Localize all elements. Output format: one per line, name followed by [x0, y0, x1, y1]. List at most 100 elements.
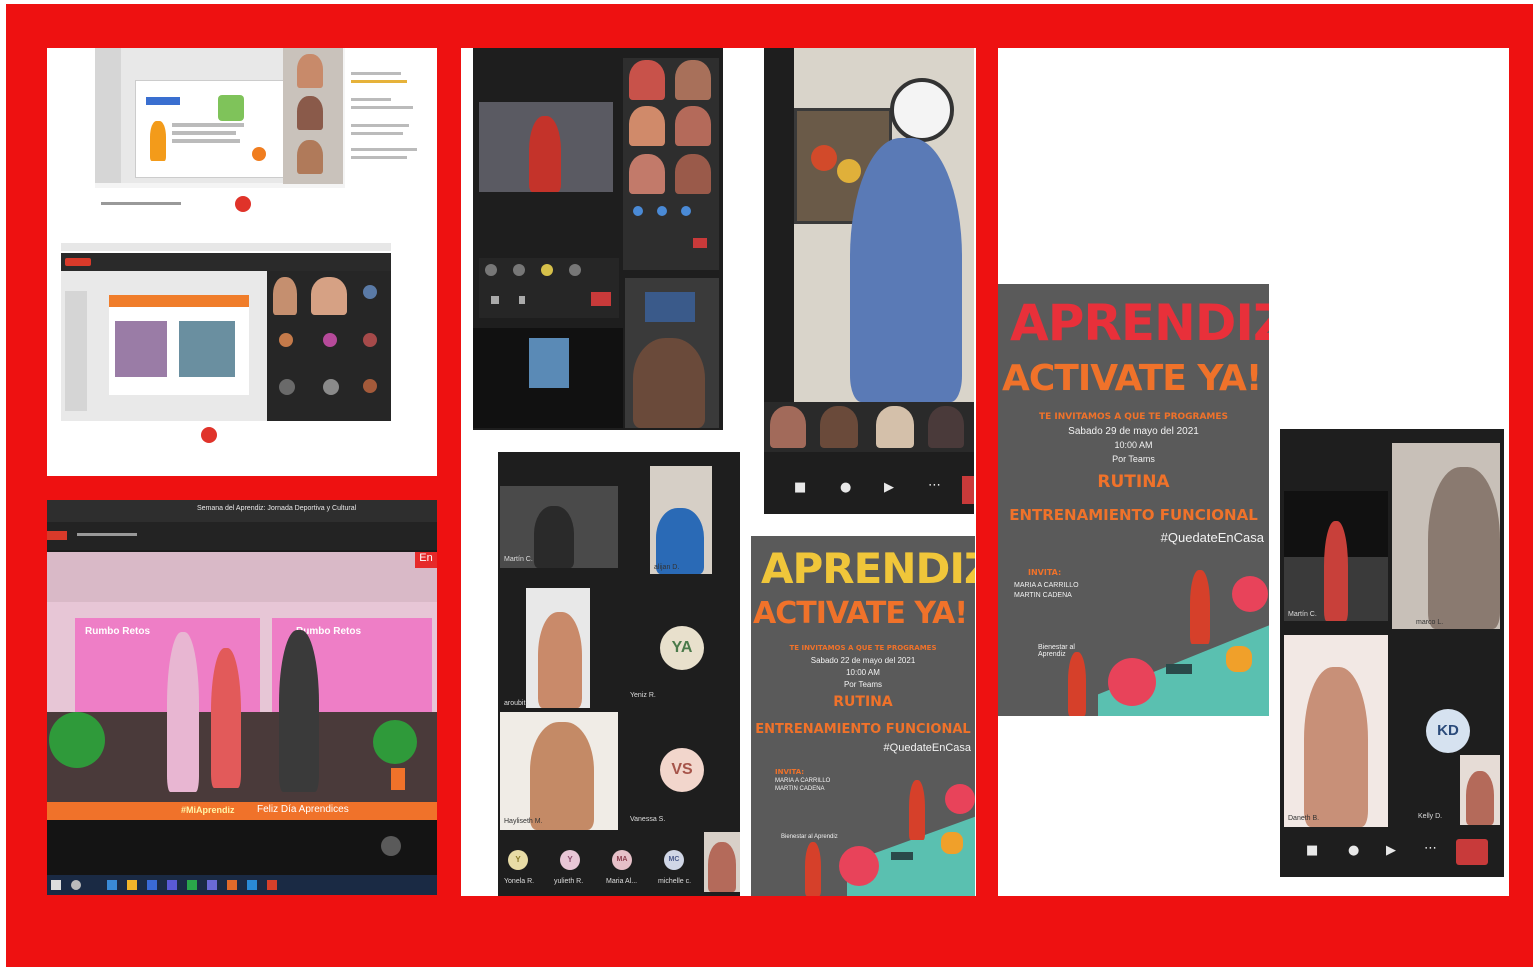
participant-video	[820, 406, 858, 448]
hangup-button[interactable]	[693, 238, 707, 248]
app-icon[interactable]	[247, 880, 257, 890]
chat-line	[351, 124, 409, 127]
livestream-panel: Semana del Aprendiz: Jornada Deportiva y…	[47, 500, 437, 895]
participant-video	[530, 722, 594, 830]
participant-video	[297, 96, 323, 130]
participant-video	[534, 506, 574, 568]
search-icon[interactable]	[71, 880, 81, 890]
participant-avatar	[657, 206, 667, 216]
meet-screenshot-1	[95, 48, 435, 226]
stage-ceiling	[47, 552, 437, 602]
avatar-vs: VS	[660, 748, 704, 792]
mic-icon[interactable]: ●	[840, 480, 851, 495]
participant-avatar	[363, 379, 377, 393]
hangup-button[interactable]	[962, 476, 974, 504]
present-badge	[65, 258, 91, 266]
tile-name: yulieth R.	[554, 878, 584, 885]
screen-banner-left: Rumbo Retos	[85, 626, 150, 637]
hangup-button[interactable]	[235, 196, 251, 212]
app-icon[interactable]	[167, 880, 177, 890]
video-tile	[479, 102, 613, 192]
avatar-ma: MA	[612, 850, 632, 870]
speaker-icon[interactable]: ▶	[1386, 843, 1396, 858]
video-tile	[526, 588, 590, 708]
camera-icon[interactable]	[491, 296, 499, 304]
start-icon[interactable]	[51, 880, 61, 890]
slide-label-box	[146, 97, 180, 105]
tile-name: Vanessa S.	[630, 816, 666, 823]
video-tile: marco L.	[1392, 443, 1500, 629]
app-icon[interactable]	[107, 880, 117, 890]
dog-figure	[1226, 646, 1252, 672]
video-tile	[704, 832, 740, 892]
more-options-icon[interactable]: ⋯	[1424, 841, 1437, 856]
poster-routine-name: ENTRENAMIENTO FUNCIONAL	[1009, 506, 1258, 524]
participant-video	[675, 60, 711, 100]
avatar-kd: KD	[1426, 709, 1470, 753]
hangup-button[interactable]	[591, 292, 611, 306]
hangup-button[interactable]	[1456, 839, 1488, 865]
teams-call-3: Martín C. marco L. Daneth B. KD Kelly D.…	[1280, 429, 1504, 877]
live-badge-icon	[47, 531, 67, 540]
app-icon[interactable]	[147, 880, 157, 890]
slide-text-line	[172, 131, 236, 135]
participant-avatar	[279, 333, 293, 347]
middle-panel: ■ ● ▶ ⋯ Martín C. alijan D. aroubit.. YA	[461, 48, 976, 896]
poster-invita-label: INVITA:	[1028, 568, 1062, 577]
athlete-figure	[1068, 652, 1086, 716]
app-icon[interactable]	[187, 880, 197, 890]
participant-video	[876, 406, 914, 448]
folder-icon[interactable]	[127, 880, 137, 890]
video-tile: Martín C.	[500, 486, 618, 568]
tv-screen	[645, 292, 695, 322]
mic-icon[interactable]: ●	[1348, 843, 1359, 858]
meeting-title-line	[101, 202, 181, 205]
chat-line	[351, 148, 417, 151]
participant-video	[1428, 467, 1500, 629]
slide-header	[109, 295, 249, 307]
dumbbell	[1166, 664, 1192, 674]
participant-video	[928, 406, 964, 448]
shared-slide-area	[61, 271, 267, 421]
poster-title: APRENDIZ	[1010, 294, 1269, 352]
settings-icon[interactable]	[381, 836, 401, 856]
ticker-hashtag: #MiAprendiz	[181, 805, 235, 815]
chat-line	[351, 80, 407, 83]
video-tile	[625, 278, 719, 428]
speaker-icon[interactable]: ▶	[884, 480, 894, 495]
app-icon[interactable]	[207, 880, 217, 890]
poster-small: APRENDIZ ACTIVATE YA! TE INVITAMOS A QUE…	[751, 536, 975, 896]
tile-name: Yonela R.	[504, 878, 535, 885]
poster-via: Por Teams	[1112, 454, 1155, 464]
logo-figure	[218, 95, 244, 121]
mic-icon[interactable]	[519, 296, 525, 304]
poster-invita-name: MARIA A CARRILLO	[775, 778, 831, 784]
live-badge: En	[415, 552, 437, 568]
poster-date: Sabado 29 de mayo del 2021	[1068, 426, 1199, 437]
participant-avatar	[485, 264, 497, 276]
participant-avatar	[323, 333, 337, 347]
tile-name: michelle c.	[658, 878, 692, 885]
participant-video	[297, 140, 323, 174]
participant-avatar	[279, 379, 295, 395]
poster-routine-name: ENTRENAMIENTO FUNCIONAL	[755, 722, 971, 737]
app-icon[interactable]	[227, 880, 237, 890]
video-tile: Martín C.	[1284, 491, 1388, 621]
hangup-button[interactable]	[201, 427, 217, 443]
more-options-icon[interactable]: ⋯	[928, 478, 941, 493]
chat-line	[351, 106, 413, 109]
athlete-figure	[909, 780, 925, 840]
photo-collage	[115, 321, 167, 377]
poster-invita-name: MARTIN CADENA	[1014, 592, 1072, 599]
poster-invita-label: INVITA:	[775, 768, 805, 776]
tile-name: Daneth B.	[1288, 815, 1320, 822]
poster-routine: RUTINA	[1097, 472, 1170, 492]
avatar-ya: YA	[660, 626, 704, 670]
camera-icon[interactable]: ■	[1306, 843, 1318, 858]
tile-name: Martín C.	[504, 556, 533, 563]
camera-icon[interactable]: ■	[794, 480, 806, 495]
call-controls	[479, 258, 619, 318]
app-icon[interactable]	[267, 880, 277, 890]
person-striped-jersey	[850, 138, 962, 402]
avatar-mc: MC	[664, 850, 684, 870]
